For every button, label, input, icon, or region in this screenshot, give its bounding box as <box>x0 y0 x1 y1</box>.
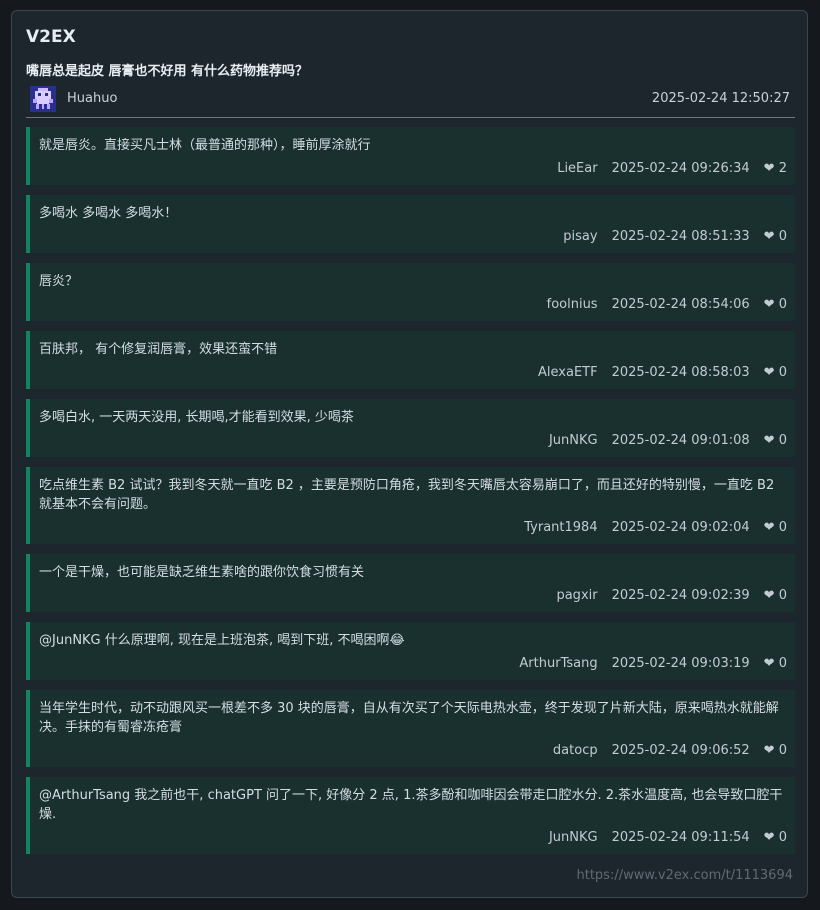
reply-text: 多喝白水, 一天两天没用, 长期喝,才能看到效果, 少喝茶 <box>39 410 354 425</box>
reply-username[interactable]: datocp <box>553 743 598 759</box>
reply-item: 多喝水 多喝水 多喝水！ pisay 2025-02-24 08:51:33 ❤ 0 <box>26 195 795 253</box>
reply-like-count: 0 <box>778 588 787 603</box>
topic-author-row: Huahuo 2025-02-24 12:50:27 <box>30 86 790 114</box>
reply-item: 百肤邦， 有个修复润唇膏，效果还蛮不错 AlexaETF 2025-02-24 0… <box>26 331 795 389</box>
reply-username[interactable]: LieEar <box>557 161 597 177</box>
reply-text: 当年学生时代，动不动跟风买一根差不多 30 块的唇膏，自从有次买了个天际电热水壶… <box>39 701 779 735</box>
reply-username[interactable]: foolnius <box>547 297 598 313</box>
reply-username[interactable]: JunNKG <box>549 830 598 846</box>
heart-icon[interactable]: ❤ <box>764 365 775 381</box>
reply-like-count: 0 <box>778 830 787 845</box>
reply-like-count: 0 <box>778 365 787 380</box>
topic-author[interactable]: Huahuo <box>67 91 117 106</box>
reply-meta: foolnius 2025-02-24 08:54:06 ❤ 0 <box>39 297 787 313</box>
reply-text: 一个是干燥，也可能是缺乏维生素啥的跟你饮食习惯有关 <box>39 565 365 580</box>
reply-text: 百肤邦， 有个修复润唇膏，效果还蛮不错 <box>39 342 278 357</box>
heart-icon[interactable]: ❤ <box>764 656 775 672</box>
site-logo[interactable]: V2EX <box>26 27 76 47</box>
reply-text: @JunNKG 什么原理啊, 现在是上班泡茶, 喝到下班, 不喝困啊😂 <box>39 633 405 648</box>
heart-icon[interactable]: ❤ <box>764 830 775 846</box>
reply-text: 吃点维生素 B2 试试？我到冬天就一直吃 B2 ，主要是预防口角疮，我到冬天嘴唇… <box>39 478 775 512</box>
reply-time: 2025-02-24 09:06:52 <box>611 743 750 758</box>
reply-like-count: 0 <box>778 743 787 758</box>
reply-meta: Tyrant1984 2025-02-24 09:02:04 ❤ 0 <box>39 520 787 536</box>
reply-time: 2025-02-24 09:26:34 <box>611 161 750 176</box>
reply-username[interactable]: JunNKG <box>549 433 598 449</box>
reply-time: 2025-02-24 09:02:04 <box>611 520 750 535</box>
reply-item: @JunNKG 什么原理啊, 现在是上班泡茶, 喝到下班, 不喝困啊😂 Arth… <box>26 622 795 680</box>
reply-item: 多喝白水, 一天两天没用, 长期喝,才能看到效果, 少喝茶 JunNKG 2025… <box>26 399 795 457</box>
reply-item: 吃点维生素 B2 试试？我到冬天就一直吃 B2 ，主要是预防口角疮，我到冬天嘴唇… <box>26 467 795 544</box>
reply-username[interactable]: pisay <box>563 229 597 245</box>
reply-like-count: 0 <box>778 229 787 244</box>
reply-like-count: 2 <box>778 161 787 176</box>
topic-card: V2EX 嘴唇总是起皮 唇膏也不好用 有什么药物推荐吗？ Huahuo 2025… <box>11 10 808 898</box>
reply-meta: ArthurTsang 2025-02-24 09:03:19 ❤ 0 <box>39 656 787 672</box>
heart-icon[interactable]: ❤ <box>764 297 775 313</box>
reply-list: 就是唇炎。直接买凡士林（最普通的那种），睡前厚涂就行 LieEar 2025-02… <box>26 127 795 864</box>
heart-icon[interactable]: ❤ <box>764 520 775 536</box>
reply-time: 2025-02-24 09:03:19 <box>611 656 750 671</box>
reply-time: 2025-02-24 09:11:54 <box>611 830 750 845</box>
reply-meta: datocp 2025-02-24 09:06:52 ❤ 0 <box>39 743 787 759</box>
reply-username[interactable]: AlexaETF <box>538 365 598 381</box>
reply-meta: pisay 2025-02-24 08:51:33 ❤ 0 <box>39 229 787 245</box>
reply-like-count: 0 <box>778 656 787 671</box>
reply-meta: pagxir 2025-02-24 09:02:39 ❤ 0 <box>39 588 787 604</box>
reply-text: @ArthurTsang 我之前也干, chatGPT 问了一下, 好像分 2 … <box>39 788 783 822</box>
reply-text: 多喝水 多喝水 多喝水！ <box>39 206 178 221</box>
reply-time: 2025-02-24 08:51:33 <box>611 229 750 244</box>
reply-item: @ArthurTsang 我之前也干, chatGPT 问了一下, 好像分 2 … <box>26 777 795 854</box>
reply-username[interactable]: pagxir <box>556 588 597 604</box>
reply-like-count: 0 <box>778 433 787 448</box>
reply-time: 2025-02-24 08:58:03 <box>611 365 750 380</box>
reply-like-count: 0 <box>778 297 787 312</box>
divider <box>26 117 795 118</box>
avatar[interactable] <box>30 86 56 112</box>
heart-icon[interactable]: ❤ <box>764 743 775 759</box>
reply-username[interactable]: Tyrant1984 <box>524 520 597 536</box>
heart-icon[interactable]: ❤ <box>764 229 775 245</box>
heart-icon[interactable]: ❤ <box>764 433 775 449</box>
reply-time: 2025-02-24 09:01:08 <box>611 433 750 448</box>
reply-username[interactable]: ArthurTsang <box>519 656 597 672</box>
reply-time: 2025-02-24 08:54:06 <box>611 297 750 312</box>
reply-time: 2025-02-24 09:02:39 <box>611 588 750 603</box>
reply-meta: AlexaETF 2025-02-24 08:58:03 ❤ 0 <box>39 365 787 381</box>
reply-text: 就是唇炎。直接买凡士林（最普通的那种），睡前厚涂就行 <box>39 138 371 153</box>
reply-item: 当年学生时代，动不动跟风买一根差不多 30 块的唇膏，自从有次买了个天际电热水壶… <box>26 690 795 767</box>
topic-time: 2025-02-24 12:50:27 <box>651 91 790 106</box>
reply-meta: JunNKG 2025-02-24 09:11:54 ❤ 0 <box>39 830 787 846</box>
heart-icon[interactable]: ❤ <box>764 588 775 604</box>
reply-text: 唇炎？ <box>39 274 79 289</box>
reply-item: 一个是干燥，也可能是缺乏维生素啥的跟你饮食习惯有关 pagxir 2025-02-… <box>26 554 795 612</box>
reply-item: 就是唇炎。直接买凡士林（最普通的那种），睡前厚涂就行 LieEar 2025-02… <box>26 127 795 185</box>
reply-like-count: 0 <box>778 520 787 535</box>
heart-icon[interactable]: ❤ <box>764 161 775 177</box>
reply-meta: LieEar 2025-02-24 09:26:34 ❤ 2 <box>39 161 787 177</box>
topic-title[interactable]: 嘴唇总是起皮 唇膏也不好用 有什么药物推荐吗？ <box>26 60 308 79</box>
topic-url[interactable]: https://www.v2ex.com/t/1113694 <box>576 868 793 883</box>
reply-item: 唇炎？ foolnius 2025-02-24 08:54:06 ❤ 0 <box>26 263 795 321</box>
reply-meta: JunNKG 2025-02-24 09:01:08 ❤ 0 <box>39 433 787 449</box>
